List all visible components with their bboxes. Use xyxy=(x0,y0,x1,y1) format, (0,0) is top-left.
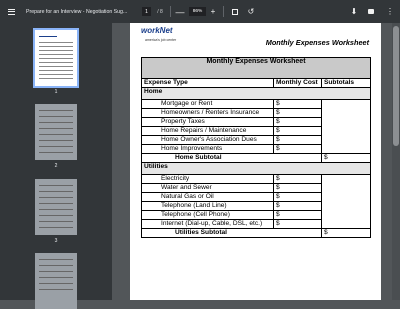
page-thumbnail-3[interactable] xyxy=(35,179,77,235)
table-row: Mortgage or Rent $ xyxy=(141,99,372,154)
fit-page-icon[interactable] xyxy=(230,0,240,23)
page-thumbnail-1[interactable] xyxy=(33,28,79,88)
subtotal-row: Home Subtotal $ xyxy=(141,153,372,163)
column-header-cost: Monthly Cost xyxy=(273,78,322,88)
column-header-expense: Expense Type xyxy=(141,78,274,88)
page-total: / 8 xyxy=(157,8,163,15)
toolbar-divider xyxy=(223,6,224,17)
document-title: Prepare for an Interview - Negotiation S… xyxy=(26,8,128,15)
cost-field[interactable]: $ xyxy=(273,144,322,154)
expenses-table: Monthly Expenses Worksheet Expense Type … xyxy=(140,57,372,238)
cost-field[interactable]: $ xyxy=(273,108,322,118)
subtotal-cell xyxy=(320,99,372,154)
cost-field[interactable]: $ xyxy=(273,201,322,211)
thumbnail-sidebar: 1 2 3 xyxy=(0,23,112,309)
cost-field[interactable]: $ xyxy=(273,183,322,193)
print-icon[interactable] xyxy=(366,0,376,23)
cost-field[interactable]: $ xyxy=(273,117,322,127)
page-thumbnail-label: 2 xyxy=(54,163,58,169)
worknet-logo: workNet america's job center xyxy=(139,26,207,48)
subtotal-field[interactable]: $ xyxy=(320,153,372,163)
zoom-in-button[interactable]: + xyxy=(208,0,218,23)
page-number-input[interactable]: 1 xyxy=(142,7,151,16)
column-header-subtotal: Subtotals xyxy=(320,78,372,88)
subtotal-row: Utilities Subtotal $ xyxy=(141,228,372,238)
section-heading-utilities: Utilities xyxy=(140,162,372,175)
subtotal-field[interactable]: $ xyxy=(320,228,372,238)
zoom-input[interactable]: 86% xyxy=(189,7,206,16)
pdf-page: workNet america's job center Monthly Exp… xyxy=(130,23,381,300)
pdf-toolbar: Prepare for an Interview - Negotiation S… xyxy=(0,0,400,23)
cost-field[interactable]: $ xyxy=(273,210,322,220)
logo-text: workNet xyxy=(141,26,173,35)
table-title: Monthly Expenses Worksheet xyxy=(140,57,372,79)
toolbar-divider xyxy=(170,6,171,17)
page-header-title: Monthly Expenses Worksheet xyxy=(265,38,369,47)
cost-field[interactable]: $ xyxy=(273,219,322,229)
page-thumbnail-2[interactable] xyxy=(35,104,77,160)
more-options-icon[interactable]: ⋮ xyxy=(385,0,395,23)
section-heading-home: Home xyxy=(140,87,372,100)
cost-field[interactable]: $ xyxy=(273,174,322,184)
download-icon[interactable]: ⬇ xyxy=(349,0,359,23)
logo-subtext: america's job center xyxy=(145,38,177,42)
cost-field[interactable]: $ xyxy=(273,126,322,136)
page-thumbnail-label: 3 xyxy=(54,238,58,244)
page-thumbnail-4[interactable] xyxy=(35,253,77,309)
subtotal-label: Utilities Subtotal xyxy=(141,228,322,238)
table-row: Electricity $ xyxy=(141,174,372,229)
menu-icon[interactable] xyxy=(4,0,18,23)
zoom-out-button[interactable]: — xyxy=(175,0,185,23)
cost-field[interactable]: $ xyxy=(273,135,322,145)
subtotal-label: Home Subtotal xyxy=(141,153,322,163)
rotate-icon[interactable]: ↺ xyxy=(246,0,256,23)
cost-field[interactable]: $ xyxy=(273,99,322,109)
subtotal-cell xyxy=(320,174,372,229)
scrollbar-thumb[interactable] xyxy=(393,26,399,146)
cost-field[interactable]: $ xyxy=(273,192,322,202)
page-thumbnail-label: 1 xyxy=(54,89,58,95)
